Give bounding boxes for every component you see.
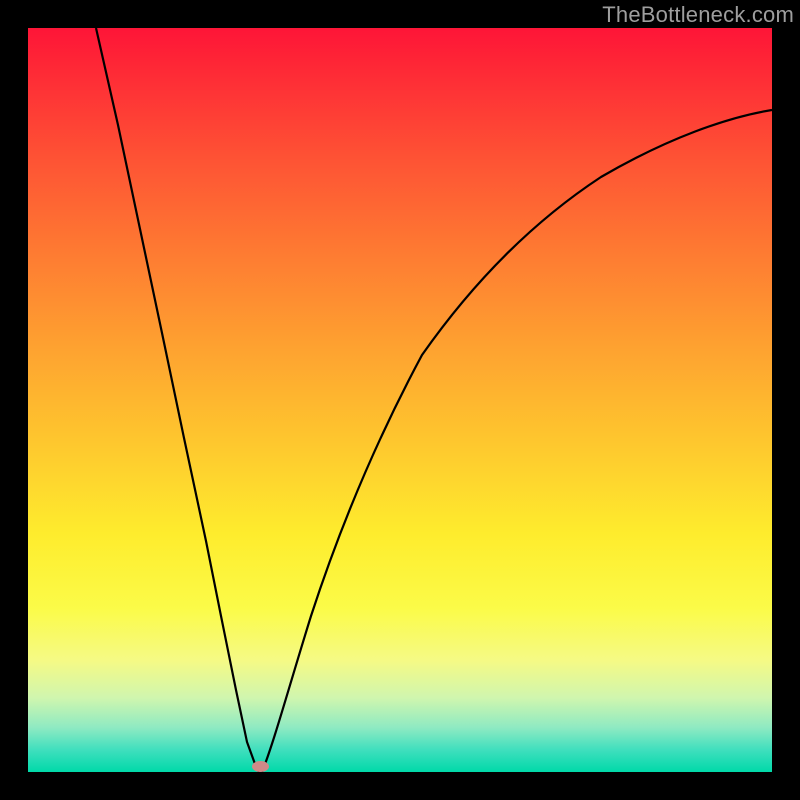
curve-right-branch [262,110,772,772]
curve-left-branch [96,28,259,772]
bottleneck-curve [28,28,772,772]
chart-frame: TheBottleneck.com [0,0,800,800]
watermark-text: TheBottleneck.com [602,2,794,28]
minimum-marker [252,761,269,772]
plot-area [28,28,772,772]
